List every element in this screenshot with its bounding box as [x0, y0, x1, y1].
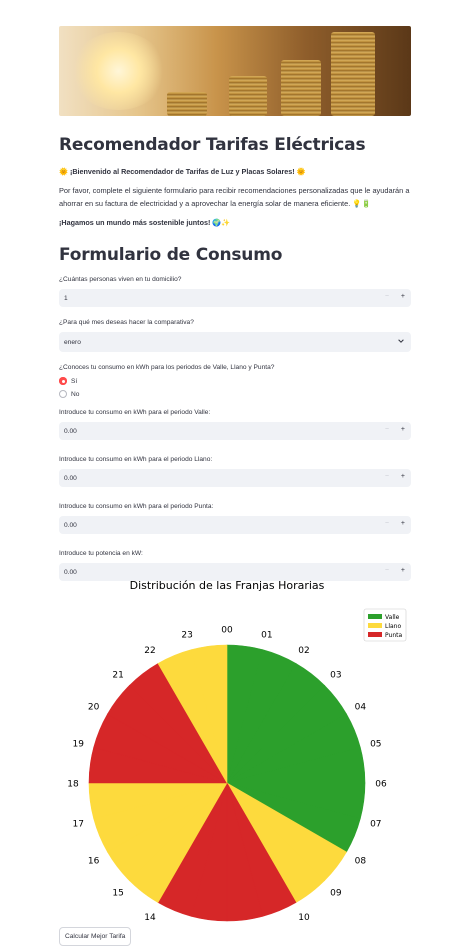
pie-label-18: 18 — [67, 780, 79, 790]
month-select[interactable]: enero — [59, 332, 411, 352]
pie-label-15: 15 — [112, 888, 123, 898]
valle-value: 0.00 — [64, 427, 77, 435]
light-bulb-glow — [71, 32, 166, 110]
legend-label-valle: Valle — [385, 614, 400, 621]
decrement-button[interactable]: − — [385, 520, 389, 527]
month-label: ¿Para qué mes deseas hacer la comparativ… — [59, 319, 194, 326]
llano-number-input[interactable]: 0.00 − + — [59, 469, 411, 487]
pie-label-21: 21 — [112, 671, 123, 681]
motto-text: ¡Hagamos un mundo más sostenible juntos!… — [59, 218, 231, 227]
legend-label-llano: Llano — [385, 623, 401, 630]
month-value: enero — [64, 338, 81, 346]
pie-label-10: 10 — [298, 913, 310, 923]
pie-label-05: 05 — [370, 740, 381, 750]
chart-legend: Valle Llano Punta — [363, 608, 407, 642]
welcome-text: 🌞 ¡Bienvenido al Recomendador de Tarifas… — [59, 167, 306, 176]
decrement-button[interactable]: − — [385, 293, 389, 300]
pie-label-03: 03 — [330, 671, 341, 681]
increment-button[interactable]: + — [401, 426, 405, 433]
valle-label: Introduce tu consumo en kWh para el peri… — [59, 409, 211, 416]
legend-swatch-punta — [368, 632, 382, 637]
people-value: 1 — [64, 294, 68, 302]
radio-selected-icon — [59, 377, 67, 385]
increment-button[interactable]: + — [401, 473, 405, 480]
punta-label: Introduce tu consumo en kWh para el peri… — [59, 503, 214, 510]
calculate-best-tariff-button[interactable]: Calcular Mejor Tarifa — [59, 927, 132, 946]
valle-number-input[interactable]: 0.00 − + — [59, 422, 411, 440]
pie-label-09: 09 — [330, 888, 342, 898]
people-label: ¿Cuántas personas viven en tu domicilio? — [59, 276, 182, 283]
time-bands-pie-chart: Distribución de las Franjas Horarias 00 0… — [67, 579, 407, 923]
coin-stack — [229, 76, 267, 116]
increment-button[interactable]: + — [401, 520, 405, 527]
coin-stack — [331, 32, 375, 116]
pie-label-02: 02 — [298, 646, 309, 656]
punta-number-input[interactable]: 0.00 − + — [59, 516, 411, 534]
banner-image — [59, 26, 411, 116]
pie-label-19: 19 — [72, 740, 84, 750]
pie-label-20: 20 — [88, 703, 100, 713]
coin-stack — [167, 92, 207, 116]
form-title: Formulario de Consumo — [59, 245, 283, 265]
punta-value: 0.00 — [64, 521, 77, 529]
llano-value: 0.00 — [64, 474, 77, 482]
intro-text: Por favor, complete el siguiente formula… — [59, 186, 410, 208]
pie-label-17: 17 — [72, 819, 83, 829]
pie-label-16: 16 — [88, 857, 100, 867]
pie-label-04: 04 — [355, 703, 367, 713]
coin-stack — [281, 60, 321, 116]
knows-consumption-label: ¿Conoces tu consumo en kWh para los peri… — [59, 364, 275, 371]
people-number-input[interactable]: 1 − + — [59, 289, 411, 307]
pie-label-00: 00 — [221, 626, 233, 636]
llano-label: Introduce tu consumo en kWh para el peri… — [59, 456, 213, 463]
legend-swatch-llano — [368, 623, 382, 628]
page-title: Recomendador Tarifas Eléctricas — [59, 135, 366, 155]
legend-swatch-valle — [368, 614, 382, 619]
pie-label-14: 14 — [144, 913, 156, 923]
pie-label-01: 01 — [261, 631, 272, 641]
radio-no-label: No — [71, 390, 80, 398]
legend-label-punta: Punta — [385, 632, 402, 639]
radio-yes-label: Sí — [71, 377, 78, 385]
chart-title: Distribución de las Franjas Horarias — [130, 579, 325, 592]
radio-unselected-icon — [59, 390, 67, 398]
pie-label-08: 08 — [355, 857, 367, 867]
chevron-down-icon — [398, 339, 404, 343]
pie-label-06: 06 — [375, 780, 387, 790]
pie-label-07: 07 — [370, 819, 381, 829]
radio-option-no[interactable]: No — [59, 390, 411, 398]
pie-label-23: 23 — [181, 631, 192, 641]
pie-label-22: 22 — [144, 646, 155, 656]
increment-button[interactable]: + — [401, 293, 405, 300]
radio-option-yes[interactable]: Sí — [59, 377, 411, 385]
decrement-button[interactable]: − — [385, 426, 389, 433]
potencia-label: Introduce tu potencia en kW: — [59, 550, 143, 557]
main-content: Recomendador Tarifas Eléctricas 🌞 ¡Bienv… — [59, 26, 411, 581]
decrement-button[interactable]: − — [385, 473, 389, 480]
